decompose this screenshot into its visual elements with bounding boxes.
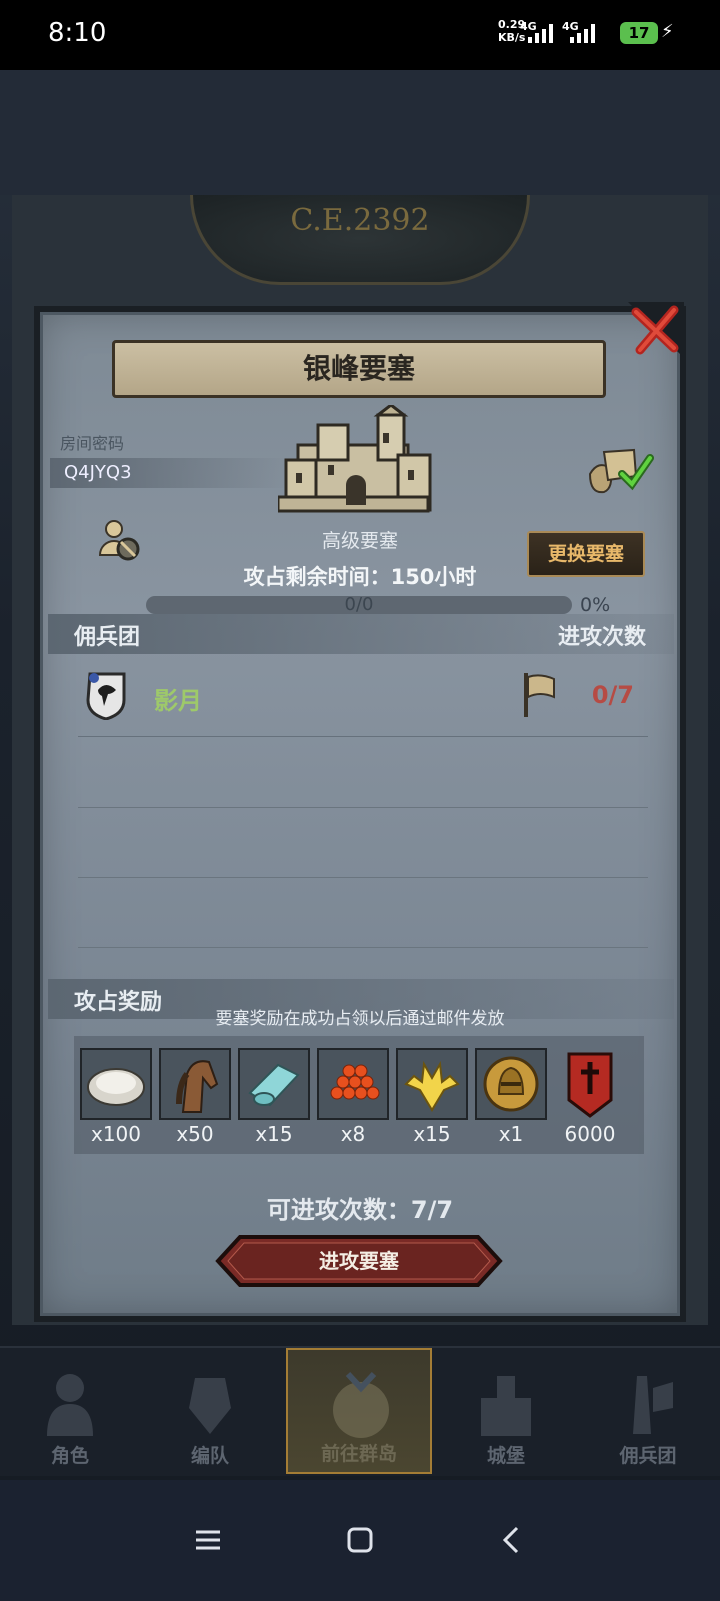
reward-qty: 6000 (564, 1122, 616, 1146)
reward-item[interactable]: x15 (238, 1048, 310, 1146)
character-icon (47, 1374, 93, 1436)
nav-castle[interactable]: 城堡 (436, 1348, 576, 1474)
dialog-title: 银峰要塞 (112, 340, 606, 398)
status-bar: 8:10 0.29 KB/s 4G 4G 17 ⚡ (0, 0, 720, 70)
attack-fortress-button[interactable]: 进攻要塞 (214, 1234, 504, 1288)
top-band (0, 70, 720, 195)
nav-label: 前往群岛 (320, 1443, 397, 1465)
signal-icon (528, 24, 553, 43)
reward-qty: x15 (413, 1122, 451, 1146)
compass-icon (333, 1371, 389, 1438)
progress-text: 0/0 (344, 594, 374, 615)
occupy-timer: 攻占剩余时间：150小时 (243, 565, 477, 589)
reward-qty: x50 (176, 1122, 214, 1146)
mercenary-header-label: 佣兵团 (74, 625, 141, 650)
nav-islands[interactable]: 前往群岛 (286, 1348, 432, 1474)
nav-label: 城堡 (486, 1445, 525, 1467)
battery-icon: 17 (620, 22, 658, 44)
roe-icon (317, 1048, 389, 1120)
reward-item[interactable]: x15 (396, 1048, 468, 1146)
castle-icon (278, 405, 432, 513)
reward-item[interactable]: x100 (80, 1048, 152, 1146)
reward-list: x100 x50 x15 x8 x15 x1 6000 (74, 1036, 644, 1154)
guild-shield-icon (86, 672, 126, 720)
back-icon[interactable] (492, 1520, 532, 1560)
nav-label: 佣兵团 (619, 1445, 677, 1467)
no-friends-icon[interactable] (96, 517, 142, 563)
castle-nav-icon (481, 1376, 531, 1436)
remaining-attacks: 可进攻次数：7/7 (266, 1196, 454, 1224)
charging-icon: ⚡ (661, 21, 674, 42)
progress-percent: 0% (580, 594, 611, 616)
oyster-icon (80, 1048, 152, 1120)
row-divider (78, 877, 648, 878)
reward-qty: x1 (498, 1122, 524, 1146)
flag-icon (524, 673, 555, 717)
knight-helmet-icon (475, 1048, 547, 1120)
attack-button-label: 进攻要塞 (319, 1249, 399, 1273)
cloth-icon (238, 1048, 310, 1120)
guild-attack-count: 0/7 (591, 681, 634, 709)
mercenary-section-header: 佣兵团 进攻次数 (48, 614, 674, 654)
guild-row[interactable]: 影月 0/7 (78, 667, 648, 737)
attack-count-header-label: 进攻次数 (557, 625, 646, 650)
golden-crest-icon (396, 1048, 468, 1120)
horse-icon (159, 1048, 231, 1120)
nav-label: 编队 (190, 1445, 229, 1467)
home-icon[interactable] (340, 1520, 380, 1560)
room-password[interactable]: Q4JYQ3 (50, 458, 290, 488)
nav-character[interactable]: 角色 (0, 1348, 140, 1474)
reward-item[interactable]: x8 (317, 1048, 389, 1146)
bottom-nav: 角色 编队 前往群岛 城堡 佣兵团 (0, 1346, 720, 1476)
menu-icon[interactable] (188, 1520, 228, 1560)
room-password-label: 房间密码 (60, 434, 125, 453)
row-divider (78, 947, 648, 948)
row-divider (78, 807, 648, 808)
nav-formation[interactable]: 编队 (140, 1348, 280, 1474)
formation-icon (189, 1378, 231, 1434)
reward-item[interactable]: 6000 (554, 1048, 626, 1146)
nav-mercenary[interactable]: 佣兵团 (578, 1348, 718, 1474)
reward-qty: x15 (255, 1122, 293, 1146)
mercenary-icon (633, 1376, 673, 1434)
guild-name: 影月 (154, 687, 202, 715)
occupy-progress-bar: 0/0 (146, 594, 572, 615)
reward-item[interactable]: x50 (159, 1048, 231, 1146)
banner-icon (554, 1048, 626, 1120)
reward-qty: x8 (340, 1122, 366, 1146)
reward-item[interactable]: x1 (475, 1048, 547, 1146)
era-text: C.E.2392 (290, 203, 430, 238)
reward-qty: x100 (90, 1122, 141, 1146)
clock: 8:10 (48, 18, 107, 48)
supplies-checked-icon[interactable] (584, 446, 654, 496)
era-emblem: C.E.2392 (190, 195, 530, 285)
signal-icon-2 (570, 24, 595, 43)
system-nav (0, 1480, 720, 1601)
reward-note: 要塞奖励在成功占领以后通过邮件发放 (215, 1009, 505, 1029)
nav-label: 角色 (50, 1445, 89, 1467)
close-button[interactable] (628, 302, 684, 358)
